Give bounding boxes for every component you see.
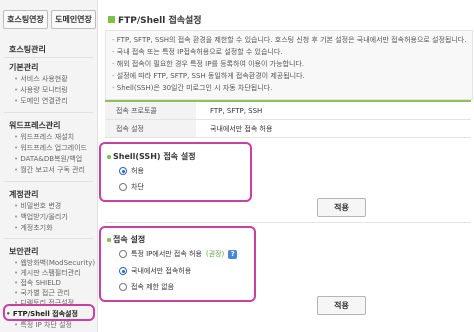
desc-line: FTP, SFTP, SSH의 접속 환경을 제한할 수 있습니다. 호스팅 신…: [112, 35, 467, 45]
radio-label: 차단: [131, 183, 144, 191]
description-box: FTP, SFTP, SSH의 접속 환경을 제한할 수 있습니다. 호스팅 신…: [105, 30, 473, 100]
radio-checked-icon[interactable]: [119, 267, 127, 275]
sidebar-section-security[interactable]: 보안관리: [9, 246, 38, 257]
specific-ip-radio[interactable]: 특정 IP에서만 접속 허용 (권장) ?: [119, 249, 238, 259]
radio-unchecked-icon[interactable]: [119, 183, 127, 191]
bullet-icon: [107, 154, 111, 159]
sidebar-item-password-change[interactable]: 비밀번호 변경: [14, 201, 61, 211]
access-panel-title-text: 접속 설정: [113, 235, 146, 244]
sidebar-divider: [4, 57, 93, 58]
top-button-group: 호스팅연장 도메인연장: [3, 10, 96, 29]
help-icon[interactable]: ?: [228, 249, 238, 259]
sidebar-item-monthly-report[interactable]: 월간 보고서 구독 관리: [14, 165, 85, 175]
shell-panel-title-text: Shell(SSH) 접속 설정: [113, 152, 196, 161]
desc-line: 설정에 따라 FTP, SFTP, SSH 동일하게 접속환경이 제공됩니다.: [112, 71, 305, 81]
sidebar-section-hosting[interactable]: 호스팅관리: [9, 44, 46, 55]
no-restriction-radio[interactable]: 접속 제한 없음: [119, 282, 174, 292]
sidebar-section-account[interactable]: 계정관리: [9, 189, 38, 200]
table-cell: 국내에서만 접속 허용: [210, 124, 273, 133]
table-cell: FTP, SFTP, SSH: [210, 106, 263, 115]
page-title-text: FTP/Shell 접속설정: [118, 16, 202, 26]
sidebar-item-data-db-backup[interactable]: DATA&DB복원/백업: [14, 154, 82, 164]
sidebar-item-spam-filter[interactable]: 게시판 스팸필터관리: [14, 268, 80, 278]
radio-label: 특정 IP에서만 접속 허용: [131, 250, 202, 258]
sidebar-item-backup[interactable]: 백업받기/올리기: [14, 212, 67, 222]
apply-button[interactable]: 적용: [317, 198, 366, 217]
sidebar-divider: [4, 238, 93, 239]
shell-block-radio[interactable]: 차단: [119, 182, 144, 192]
desc-line: Shell(SSH)은 30일간 미로그인 시 자동 차단됩니다.: [112, 83, 273, 93]
radio-label: 국내에서만 접속허용: [131, 267, 192, 275]
sidebar-item-ip-block[interactable]: 특정 IP 차단 설정: [14, 320, 72, 330]
recommended-tag: (권장): [205, 250, 225, 258]
sidebar-item-service-usage[interactable]: 서비스 사용현황: [14, 74, 67, 84]
domestic-only-radio[interactable]: 국내에서만 접속허용: [119, 266, 191, 276]
table-header-cell: 접속 설정: [105, 120, 196, 137]
apply-button-2[interactable]: 적용: [317, 296, 366, 315]
table-row: 접속 설정 국내에서만 접속 허용: [105, 120, 471, 138]
sidebar-item-wp-reinstall[interactable]: 워드프레스 재설치: [14, 132, 74, 142]
sidebar-item-usage-monitoring[interactable]: 사용량 모니터링: [14, 85, 67, 95]
sidebar-item-account-reset[interactable]: 계정초기화: [14, 223, 52, 233]
sidebar: 호스팅연장 도메인연장 호스팅관리 기본관리 서비스 사용현황 사용량 모니터링…: [0, 0, 98, 332]
hosting-extend-button[interactable]: 호스팅연장: [3, 10, 48, 29]
radio-checked-icon[interactable]: [119, 167, 127, 175]
desc-line: 해외 접속이 필요한 경우 특정 IP를 등록하여 이용이 가능합니다.: [112, 59, 304, 69]
title-marker-icon: [108, 16, 115, 23]
sidebar-item-shield[interactable]: 접속 SHIELD: [14, 278, 61, 288]
sidebar-item-modsecurity[interactable]: 웹방화벽(ModSecurity): [14, 258, 95, 268]
bullet-icon: [107, 237, 111, 242]
radio-label: 접속 제한 없음: [131, 283, 175, 291]
sidebar-item-ftp-shell[interactable]: FTP/Shell 접속설정: [6, 309, 78, 319]
sidebar-item-directory-access[interactable]: 디렉토리 접근설정: [14, 298, 74, 308]
page-title: FTP/Shell 접속설정: [108, 13, 202, 26]
table-row: 접속 프로토콜 FTP, SFTP, SSH: [105, 102, 471, 120]
sidebar-item-domain-connect[interactable]: 도메인 연결관리: [14, 96, 67, 106]
radio-unchecked-icon[interactable]: [119, 250, 127, 258]
table-header-cell: 접속 프로토콜: [105, 102, 196, 119]
section-divider: [105, 222, 471, 223]
shell-allow-radio[interactable]: 허용: [119, 166, 144, 176]
sidebar-section-basic[interactable]: 기본관리: [9, 62, 38, 73]
sidebar-item-country-access[interactable]: 국가별 접근 관리: [14, 288, 70, 298]
main-content: FTP/Shell 접속설정 FTP, SFTP, SSH의 접속 환경을 제한…: [99, 0, 474, 332]
radio-unchecked-icon[interactable]: [119, 283, 127, 291]
sidebar-section-wordpress[interactable]: 워드프레스관리: [9, 120, 61, 131]
sidebar-item-wp-upgrade[interactable]: 워드프레스 업그레이드: [14, 143, 87, 153]
radio-label: 허용: [131, 167, 144, 175]
access-panel-title: 접속 설정: [107, 234, 145, 245]
shell-panel-title: Shell(SSH) 접속 설정: [107, 151, 196, 162]
sidebar-divider: [4, 112, 93, 113]
desc-line: 국내 접속 또는 특정 IP접속허용으로 설정할 수 있습니다.: [112, 47, 283, 57]
domain-extend-button[interactable]: 도메인연장: [51, 10, 96, 29]
info-table: 접속 프로토콜 FTP, SFTP, SSH 접속 설정 국내에서만 접속 허용: [105, 100, 471, 138]
sidebar-divider: [4, 181, 93, 182]
